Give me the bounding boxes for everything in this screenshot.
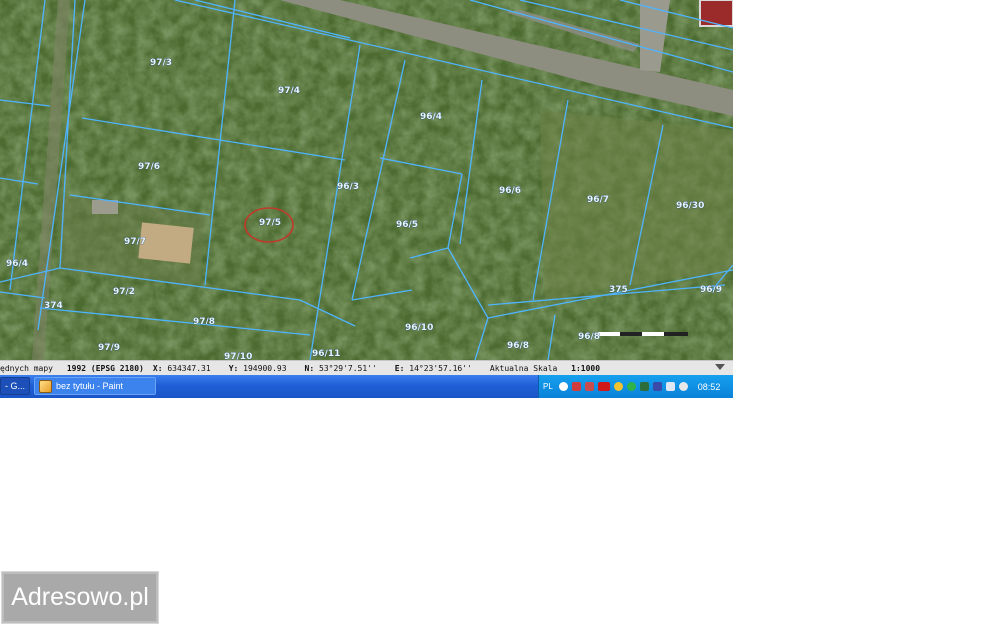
parcel-label-97-5[interactable]: 97/5 [259,218,282,229]
parcel-label-96-6[interactable]: 96/6 [499,186,522,197]
parcel-label-96-8[interactable]: 96/8 [507,341,530,352]
parcel-label-96-4-left[interactable]: 96/4 [6,259,29,270]
parcel-label-97-8[interactable]: 97/8 [193,317,216,328]
taskbar-button-first[interactable]: - G... [0,377,30,395]
parcel-label-96-5[interactable]: 96/5 [396,220,419,231]
language-indicator[interactable]: PL [543,382,553,391]
green-icon[interactable] [626,382,636,391]
parcel-label-374[interactable]: 374 [44,301,63,312]
parcel-label-96-8-right[interactable]: 96/8 [578,332,601,343]
parcel-label-96-11[interactable]: 96/11 [312,349,341,360]
scale-bar [598,332,688,336]
parcel-label-96-4[interactable]: 96/4 [420,112,443,123]
taskbar-button-paint[interactable]: bez tytułu - Paint [34,377,156,395]
back-icon[interactable] [558,382,568,391]
windows-taskbar: - G... bez tytułu - Paint PL 08:52 [0,375,733,398]
display-icon[interactable] [639,382,649,391]
speaker-icon[interactable] [571,382,581,391]
parcel-label-96-3[interactable]: 96/3 [337,182,360,193]
cadastral-map[interactable]: 97/3 97/4 96/4 97/6 96/3 97/5 96/5 96/6 … [0,0,733,360]
chrome-icon[interactable] [613,382,623,391]
map-statusbar: ędnych mapy 1992 (EPSG 2180) X: 634347.3… [0,360,733,375]
n-coordinate-readout: N: 53°29'7.51'' [304,363,377,373]
scale-readout: Aktualna Skala 1:1000 [489,363,601,373]
parcel-label-96-7[interactable]: 96/7 [587,195,610,206]
parcel-label-97-4[interactable]: 97/4 [278,86,301,97]
parcel-label-375[interactable]: 375 [609,285,628,296]
ati-icon[interactable] [597,382,610,391]
parcel-label-96-30[interactable]: 96/30 [676,201,705,212]
chevron-down-icon[interactable] [715,364,725,370]
x-coordinate-readout: X: 634347.31 [152,363,211,373]
paint-icon [39,379,52,393]
parcel-label-97-10[interactable]: 97/10 [224,352,253,360]
system-tray: PL 08:52 [538,375,733,398]
screenshot-frame: 97/3 97/4 96/4 97/6 96/3 97/5 96/5 96/6 … [0,0,733,398]
volume-icon[interactable] [665,382,675,391]
parcel-label-97-3[interactable]: 97/3 [150,58,173,69]
parcel-label-97-2[interactable]: 97/2 [113,287,136,298]
taskbar-clock[interactable]: 08:52 [698,382,721,392]
crs-readout: ędnych mapy 1992 (EPSG 2180) [0,363,144,373]
taskbar-button-paint-label: bez tytułu - Paint [56,381,124,391]
y-coordinate-readout: Y: 194900.93 [228,363,287,373]
shed-roof [92,200,118,214]
watermark-badge: Adresowo.pl [1,571,159,624]
red-roof-building [699,0,733,27]
connection-icon[interactable] [678,382,688,391]
watermark-text: Adresowo.pl [11,583,149,611]
user-icon[interactable] [652,382,662,391]
network-icon[interactable] [584,382,594,391]
parcel-label-97-6[interactable]: 97/6 [138,162,161,173]
building-roof [138,222,194,264]
e-coordinate-readout: E: 14°23'57.16'' [394,363,472,373]
parcel-label-97-7[interactable]: 97/7 [124,237,147,248]
parcel-label-96-9[interactable]: 96/9 [700,285,723,296]
parcel-label-97-9[interactable]: 97/9 [98,343,121,354]
parcel-label-96-10[interactable]: 96/10 [405,323,434,334]
